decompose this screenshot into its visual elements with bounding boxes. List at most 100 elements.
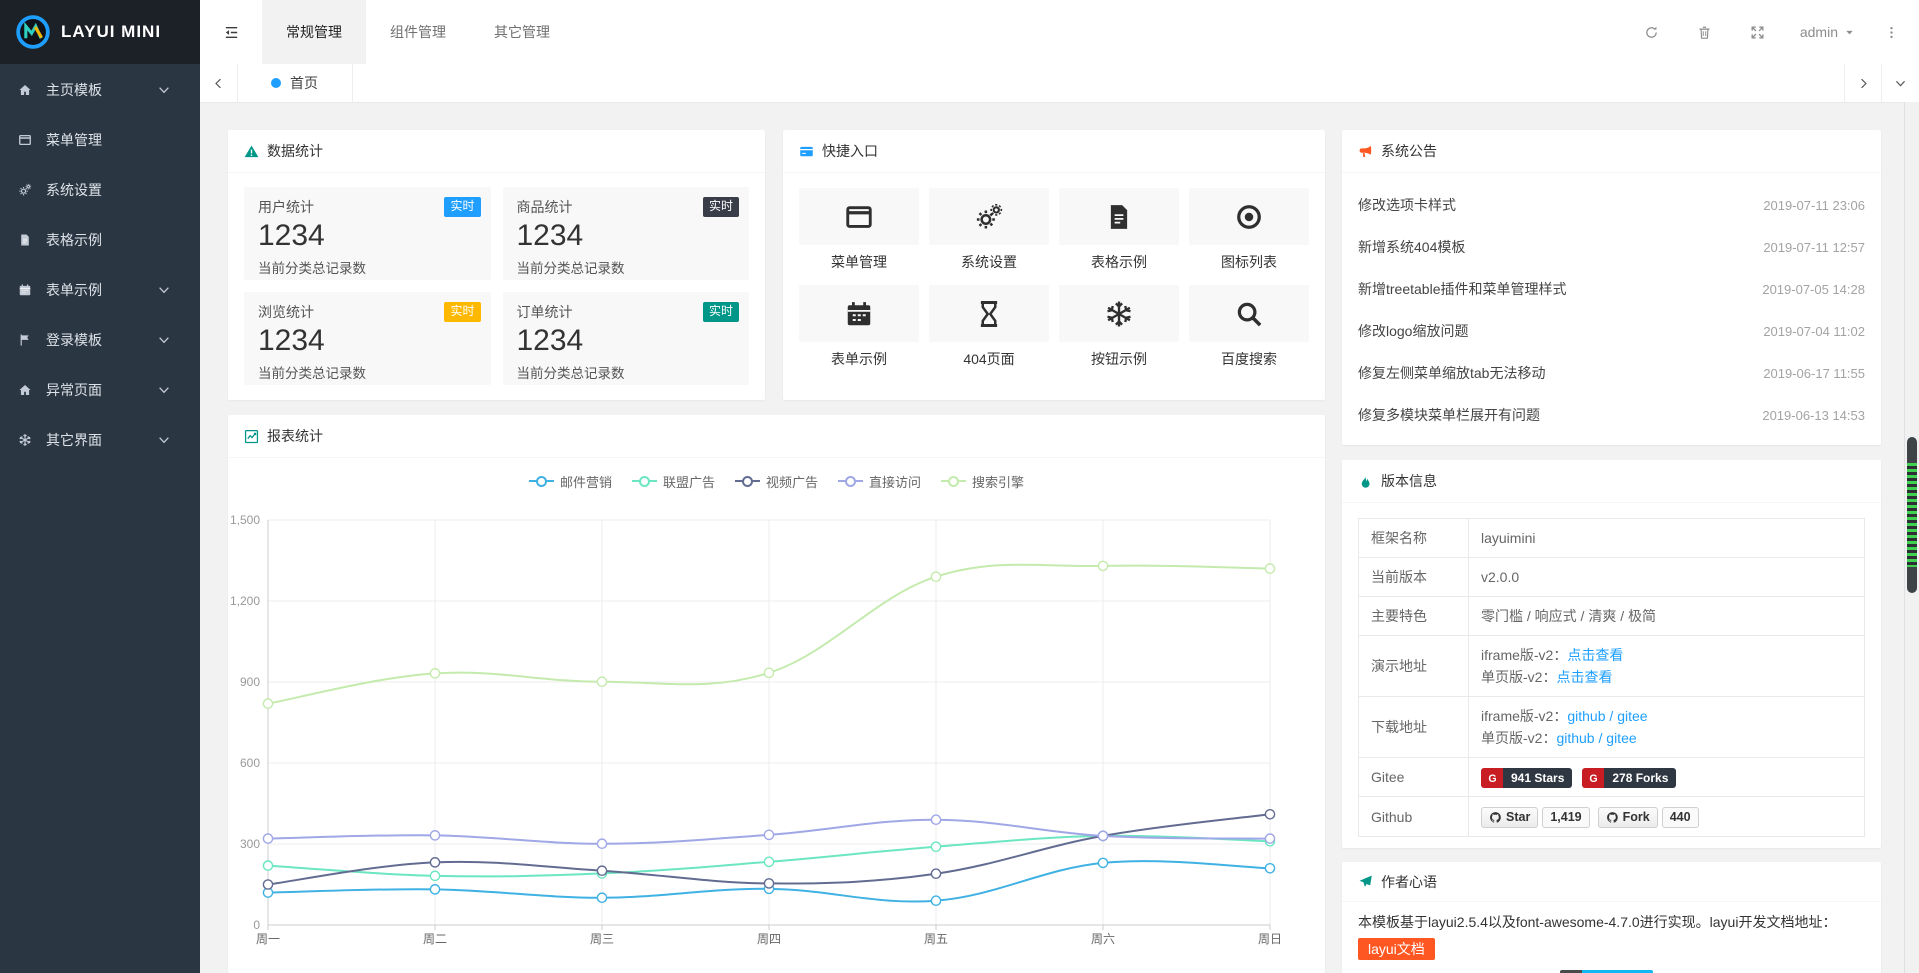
header-actions: admin — [1625, 0, 1919, 64]
author-line1: 本模板基于layui2.5.4以及font-awesome-4.7.0进行实现。… — [1358, 910, 1865, 934]
logo[interactable]: LAYUI MINI — [0, 0, 200, 64]
user-dropdown[interactable]: admin — [1784, 24, 1871, 40]
sidebar-item[interactable]: 主页模板 — [0, 65, 200, 115]
github-count[interactable]: 440 — [1662, 807, 1699, 828]
quick-label: 图标列表 — [1189, 252, 1309, 272]
nav-tab[interactable]: 组件管理 — [366, 0, 470, 64]
window-icon — [18, 133, 38, 147]
fullscreen-button[interactable] — [1731, 0, 1784, 64]
legend-item[interactable]: 邮件营销 — [529, 472, 612, 491]
legend-item[interactable]: 搜索引擎 — [941, 472, 1024, 491]
layui-logo-icon — [15, 14, 51, 50]
sidebar-item[interactable]: 登录模板 — [0, 315, 200, 365]
quick-icon-box — [1059, 285, 1179, 342]
gitee-badge[interactable]: G941 Stars — [1481, 768, 1572, 788]
quick-entry-item[interactable]: 404页面 — [929, 285, 1049, 369]
github-count[interactable]: 1,419 — [1542, 807, 1589, 828]
gitee-badges: G941 Stars G278 Forks — [1469, 758, 1865, 797]
quick-entry-item[interactable]: 表格示例 — [1059, 188, 1179, 272]
quick-entry-item[interactable]: 按钮示例 — [1059, 285, 1179, 369]
refresh-icon — [1644, 25, 1659, 40]
download-gitee-link[interactable]: gitee — [1617, 708, 1647, 724]
stat-value: 1234 — [517, 324, 736, 359]
home-icon — [18, 383, 38, 397]
row-label: 主要特色 — [1359, 597, 1469, 636]
announcement-row[interactable]: 修复左侧菜单缩放tab无法移动2019-06-17 11:55 — [1358, 352, 1865, 394]
tab-home-label: 首页 — [290, 73, 318, 93]
quick-entry-item[interactable]: 百度搜索 — [1189, 285, 1309, 369]
svg-text:周一: 周一 — [256, 932, 280, 946]
page-scrollbar[interactable] — [1904, 102, 1919, 973]
refresh-button[interactable] — [1625, 0, 1678, 64]
download-gitee-link[interactable]: gitee — [1606, 730, 1636, 746]
legend-item[interactable]: 视频广告 — [735, 472, 818, 491]
trash-icon — [1697, 25, 1712, 40]
chevron-down-icon — [157, 283, 177, 297]
announcement-date: 2019-06-17 11:55 — [1763, 366, 1865, 381]
announcement-row[interactable]: 修改选项卡样式2019-07-11 23:06 — [1358, 184, 1865, 226]
gitee-badge[interactable]: G278 Forks — [1582, 768, 1676, 788]
svg-text:周二: 周二 — [423, 932, 447, 946]
demo-iframe-link[interactable]: 点击查看 — [1567, 647, 1623, 663]
sidebar: LAYUI MINI 主页模板菜单管理系统设置表格示例表单示例登录模板异常页面其… — [0, 0, 200, 973]
announcement-row[interactable]: 新增系统404模板2019-07-11 12:57 — [1358, 226, 1865, 268]
sidebar-item[interactable]: 其它界面 — [0, 415, 200, 465]
search-icon — [1234, 299, 1264, 329]
quick-entry-item[interactable]: 菜单管理 — [799, 188, 919, 272]
chevron-left-icon — [212, 77, 225, 90]
panel-title: 作者心语 — [1381, 872, 1437, 892]
quick-label: 404页面 — [929, 349, 1049, 369]
panel-quick-entry: 快捷入口 菜单管理系统设置表格示例图标列表表单示例 404页面按钮示例百度搜索 — [783, 130, 1325, 400]
layui-doc-button[interactable]: layui文档 — [1358, 938, 1435, 960]
quick-entry-item[interactable]: 图标列表 — [1189, 188, 1309, 272]
quick-entry-item[interactable]: 表单示例 — [799, 285, 919, 369]
sidebar-item[interactable]: 系统设置 — [0, 165, 200, 215]
sidebar-item[interactable]: 表单示例 — [0, 265, 200, 315]
stat-card[interactable]: 用户统计1234当前分类总记录数实时 — [244, 187, 491, 280]
github-star-button[interactable]: Star — [1481, 807, 1538, 828]
quick-label: 系统设置 — [929, 252, 1049, 272]
gears-icon — [974, 202, 1004, 232]
legend-item[interactable]: 联盟广告 — [632, 472, 715, 491]
panel-quick-entry-header: 快捷入口 — [783, 130, 1325, 173]
legend-item[interactable]: 直接访问 — [838, 472, 921, 491]
demo-onepage-link[interactable]: 点击查看 — [1556, 669, 1612, 685]
svg-text:周五: 周五 — [924, 932, 948, 946]
download-github-link[interactable]: github — [1556, 730, 1594, 746]
paper-plane-icon — [1358, 874, 1373, 889]
stat-card[interactable]: 商品统计1234当前分类总记录数实时 — [503, 187, 750, 280]
tab-home[interactable]: 首页 — [237, 64, 353, 102]
sidebar-item[interactable]: 异常页面 — [0, 365, 200, 415]
quick-icon-box — [799, 188, 919, 245]
legend-marker-icon — [735, 476, 760, 487]
quick-entry-item[interactable]: 系统设置 — [929, 188, 1049, 272]
stat-card[interactable]: 浏览统计1234当前分类总记录数实时 — [244, 292, 491, 385]
tab-next-button[interactable] — [1844, 64, 1882, 102]
announcement-row[interactable]: 新增treetable插件和菜单管理样式2019-07-05 14:28 — [1358, 268, 1865, 310]
download-github-link[interactable]: github — [1567, 708, 1605, 724]
tab-dropdown-button[interactable] — [1881, 64, 1919, 102]
snowflake-icon — [1104, 299, 1134, 329]
clear-cache-button[interactable] — [1678, 0, 1731, 64]
announcement-row[interactable]: 修改logo缩放问题2019-07-04 11:02 — [1358, 310, 1865, 352]
credit-card-icon — [799, 144, 814, 159]
svg-text:G: G — [1488, 773, 1496, 785]
tab-active-dot-icon — [271, 78, 281, 88]
more-menu-button[interactable] — [1871, 0, 1911, 64]
github-fork-button[interactable]: Fork — [1598, 807, 1658, 828]
announcement-row[interactable]: 修复多模块菜单栏展开有问题2019-06-13 14:53 — [1358, 394, 1865, 436]
table-row: Gitee G941 StarsG278 Forks — [1359, 758, 1865, 797]
panel-author-header: 作者心语 — [1342, 862, 1881, 902]
ellipsis-v-icon — [1884, 25, 1899, 40]
sidebar-item[interactable]: 表格示例 — [0, 215, 200, 265]
home-icon — [18, 83, 38, 97]
scrollbar-thumb[interactable] — [1907, 437, 1917, 593]
tab-prev-button[interactable] — [200, 64, 238, 102]
panel-author: 作者心语 本模板基于layui2.5.4以及font-awesome-4.7.0… — [1342, 862, 1881, 973]
quick-label: 表单示例 — [799, 349, 919, 369]
nav-tab[interactable]: 其它管理 — [470, 0, 574, 64]
nav-tab[interactable]: 常规管理 — [262, 0, 366, 64]
sidebar-item[interactable]: 菜单管理 — [0, 115, 200, 165]
menu-collapse-button[interactable] — [200, 0, 262, 64]
stat-card[interactable]: 订单统计1234当前分类总记录数实时 — [503, 292, 750, 385]
